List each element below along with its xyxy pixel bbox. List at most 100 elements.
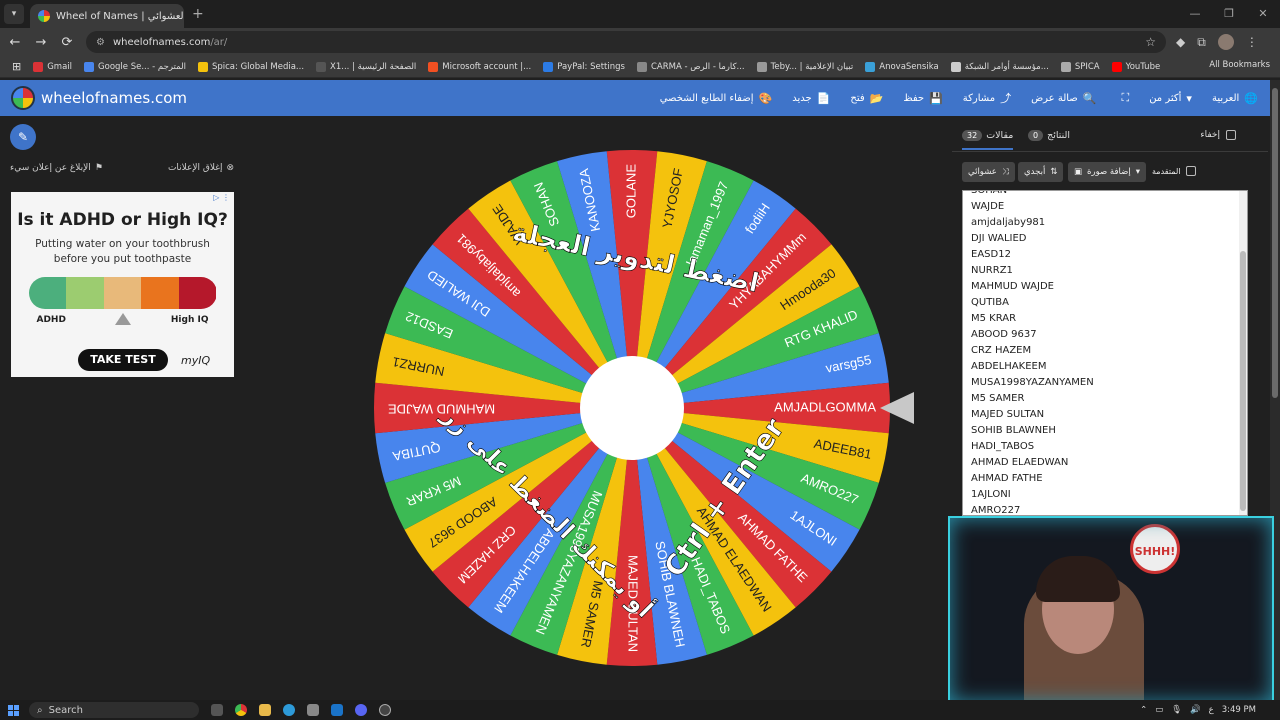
restore-icon[interactable]: ❐: [1212, 0, 1246, 28]
app-menu-item[interactable]: 📄 جديد: [792, 92, 830, 105]
bookmark-item[interactable]: SPICA: [1060, 61, 1100, 72]
entry-line[interactable]: M5 SAMER: [963, 391, 1247, 407]
entry-line[interactable]: MAJED SULTAN: [963, 407, 1247, 423]
minimize-icon[interactable]: —: [1178, 0, 1212, 28]
profile-avatar[interactable]: [1217, 34, 1234, 50]
address-bar[interactable]: ⚙ wheelofnames.com/ar/ ☆: [86, 31, 1166, 53]
mic-icon[interactable]: 🎙: [1171, 705, 1182, 715]
entry-line[interactable]: AMRO227: [963, 503, 1247, 515]
bookmark-item[interactable]: Microsoft account |...: [428, 61, 531, 72]
volume-icon[interactable]: 🔊: [1190, 705, 1201, 715]
app-menu-item[interactable]: 🌐 العربية: [1212, 92, 1258, 105]
report-ad-link[interactable]: ⚑ الإبلاغ عن إعلان سيء: [10, 163, 103, 173]
entry-line[interactable]: SOHIB BLAWNEH: [963, 423, 1247, 439]
entry-line[interactable]: HADI_TABOS: [963, 439, 1247, 455]
tab-search-icon[interactable]: ▾: [4, 4, 24, 24]
entry-line[interactable]: ABOOD 9637: [963, 327, 1247, 343]
shuffle-button[interactable]: ⤨ عشوائي: [962, 162, 1015, 182]
advertisement[interactable]: ▷ ⋮ Is it ADHD or High IQ? Putting water…: [11, 192, 234, 377]
entries-textarea[interactable]: SOHAN WAJDE amjdaljaby981 DJI WALIED EASD12 N…: [962, 190, 1248, 516]
app-menu-item[interactable]: ⤴ مشاركة: [963, 90, 1011, 106]
advanced-checkbox[interactable]: [1185, 166, 1196, 176]
browser-menu-icon[interactable]: ⋮: [1246, 35, 1258, 49]
extension-icon[interactable]: ◆: [1176, 35, 1185, 49]
reload-icon[interactable]: ⟳: [56, 35, 78, 50]
site-info-icon[interactable]: ⚙: [96, 37, 105, 48]
entry-line[interactable]: M5 KRAR: [963, 311, 1247, 327]
entry-line[interactable]: AHMAD ELAEDWAN: [963, 455, 1247, 471]
bookmark-item[interactable]: CARMA - كارما - الرص...: [636, 61, 745, 72]
all-bookmarks[interactable]: All Bookmarks: [1209, 60, 1270, 70]
ad-choices-icon[interactable]: ▷ ⋮: [213, 193, 230, 202]
network-icon[interactable]: ▭: [1155, 705, 1163, 715]
entries-scrollbar[interactable]: [1239, 191, 1247, 515]
store-icon[interactable]: [307, 704, 319, 716]
tab-entries[interactable]: مقالات 32: [962, 130, 1014, 150]
entry-line[interactable]: 1AJLONI: [963, 487, 1247, 503]
ime-indicator[interactable]: ع: [1209, 705, 1214, 715]
close-ads-link[interactable]: ⊗ إغلاق الإعلانات: [168, 163, 234, 173]
forward-icon[interactable]: →: [30, 35, 52, 50]
entry-line[interactable]: MAHMUD WAJDE: [963, 279, 1247, 295]
wheel[interactable]: GOLANE YJYOSOF lamaman_1997 fodiiH YHYABAHYM…: [372, 148, 892, 668]
windows-start-icon[interactable]: [8, 704, 19, 716]
apps-grid-icon[interactable]: ⊞: [12, 60, 21, 73]
bookmark-item[interactable]: Google Se... - المترجم: [84, 61, 186, 72]
bookmark-item[interactable]: PayPal: Settings: [543, 61, 625, 72]
new-tab-icon[interactable]: +: [192, 6, 204, 22]
add-image-button[interactable]: ▾ إضافة صورة ▣: [1068, 162, 1146, 182]
discord-icon[interactable]: [355, 704, 367, 716]
tab-results[interactable]: النتائج 0: [1028, 130, 1070, 141]
bookmark-item[interactable]: مؤسسة أوامر الشبكة...: [950, 61, 1049, 72]
wheel-svg[interactable]: GOLANE YJYOSOFlamaman_1997 fodiiHYHYABAHYM…: [372, 148, 892, 668]
entry-line[interactable]: DJI WALIED: [963, 231, 1247, 247]
chrome-icon[interactable]: [235, 704, 247, 716]
extensions-puzzle-icon[interactable]: ⧉: [1197, 35, 1206, 50]
bookmark-item[interactable]: AnovaSensika: [865, 61, 939, 72]
bookmark-item[interactable]: X1... | الصفحة الرئيسية: [316, 61, 416, 72]
entry-line[interactable]: WAJDE: [963, 199, 1247, 215]
tray-chevron-icon[interactable]: ⌃: [1140, 705, 1147, 715]
app-menu-item[interactable]: ▾ أكثر من: [1149, 92, 1192, 105]
edit-pencil-button[interactable]: ✎: [10, 124, 36, 150]
obs-icon[interactable]: [379, 704, 391, 716]
entry-line[interactable]: CRZ HAZEM: [963, 343, 1247, 359]
hide-checkbox[interactable]: [1226, 130, 1236, 140]
bookmark-item[interactable]: Teby... | تبيان الإعلامية: [756, 61, 853, 72]
entry-line[interactable]: amjdaljaby981: [963, 215, 1247, 231]
hide-toggle[interactable]: إخفاء: [1200, 130, 1236, 140]
bookmark-star-icon[interactable]: ☆: [1145, 35, 1156, 49]
entry-line[interactable]: SOHAN: [963, 191, 1247, 199]
sort-button[interactable]: ⇅ أبجدي: [1018, 162, 1064, 182]
edge-icon[interactable]: [283, 704, 295, 716]
entry-line[interactable]: QUTIBA: [963, 295, 1247, 311]
entry-line[interactable]: EASD12: [963, 247, 1247, 263]
app-menu-item[interactable]: 📂 فتح: [850, 92, 883, 105]
take-test-button[interactable]: TAKE TEST: [78, 349, 168, 371]
entry-line[interactable]: ABDELHAKEEM: [963, 359, 1247, 375]
bookmark-item[interactable]: YouTube: [1111, 61, 1160, 72]
advanced-toggle[interactable]: المتقدمة: [1152, 166, 1196, 176]
bookmark-item[interactable]: Spica: Global Media...: [197, 61, 304, 72]
outlook-icon[interactable]: [331, 704, 343, 716]
task-view-icon[interactable]: [211, 704, 223, 716]
app-menu-item[interactable]: 🔍 صالة عرض: [1031, 92, 1096, 105]
file-explorer-icon[interactable]: [259, 704, 271, 716]
app-menu-item[interactable]: 🎨 إضفاء الطابع الشخصي: [660, 92, 773, 105]
app-menu-item[interactable]: 💾 حفظ: [903, 92, 942, 105]
wheel-hub[interactable]: [580, 356, 684, 460]
entry-line[interactable]: AHMAD FATHE: [963, 471, 1247, 487]
taskbar-search[interactable]: ⌕ Search: [29, 702, 199, 718]
entry-line[interactable]: NURRZ1: [963, 263, 1247, 279]
clock[interactable]: 3:49 PM: [1222, 705, 1256, 715]
bookmark-item[interactable]: Gmail: [33, 61, 72, 72]
browser-tab[interactable]: Wheel of Names | عجلة الاسم العشوائي ✕: [30, 4, 184, 28]
entry-line[interactable]: MUSA1998YAZANYAMEN: [963, 375, 1247, 391]
brand-name[interactable]: wheelofnames.com: [41, 89, 187, 107]
app-menu-item[interactable]: ⛶: [1116, 91, 1129, 105]
entries-scrollbar-thumb[interactable]: [1240, 251, 1246, 511]
back-icon[interactable]: ←: [4, 35, 26, 50]
wheelofnames-logo-icon[interactable]: [11, 86, 35, 110]
close-window-icon[interactable]: ✕: [1246, 0, 1280, 28]
page-scrollbar-thumb[interactable]: [1272, 88, 1278, 398]
